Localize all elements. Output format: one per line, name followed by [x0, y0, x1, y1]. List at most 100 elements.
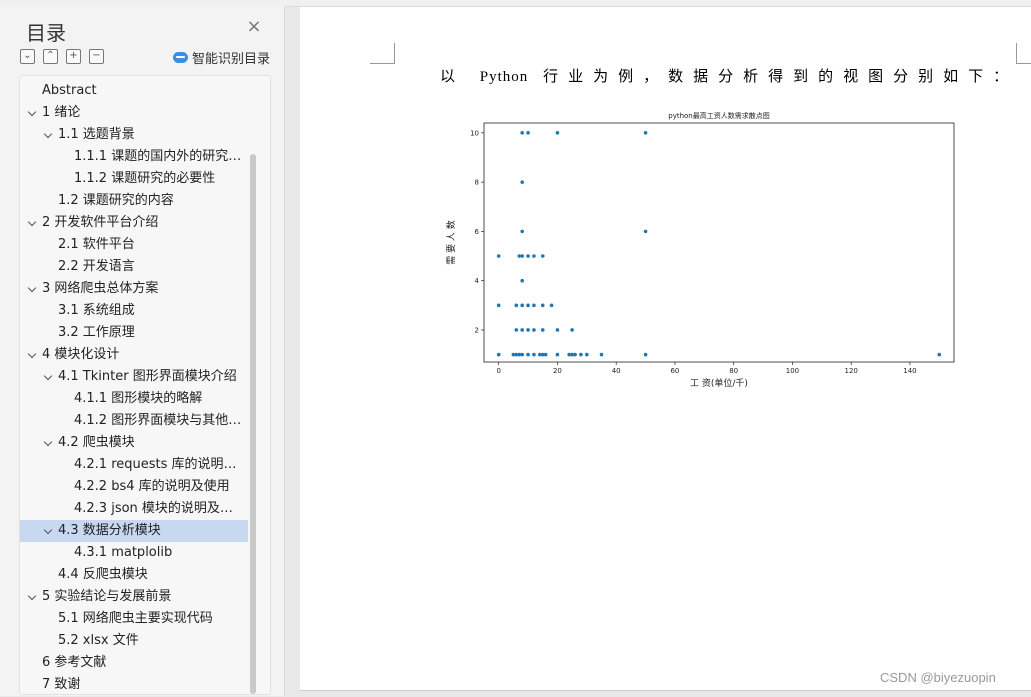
chevron-down-icon[interactable]: [28, 344, 38, 366]
scatter-point: [540, 303, 545, 308]
toc-item-label: 4.4 反爬虫模块: [58, 567, 148, 582]
toc-item[interactable]: 4.1.1 图形模块的略解: [20, 388, 248, 410]
scatter-point: [532, 303, 536, 308]
toc-item-label: 3 网络爬虫总体方案: [42, 281, 159, 296]
x-tick-label: 60: [670, 367, 679, 375]
scatter-point: [496, 254, 501, 258]
scatter-point: [520, 328, 524, 332]
scatter-point: [496, 352, 501, 357]
y-tick-label: 6: [475, 228, 480, 236]
scatter-point: [526, 254, 530, 258]
scatter-chart: python最高工资人数需求散点图 0 20 40 60 80 100 120 140 2 4 6 8 1…: [445, 111, 955, 389]
x-tick-label: 40: [612, 367, 621, 375]
toc-item[interactable]: 2 开发软件平台介绍: [20, 212, 248, 234]
toc-item-label: 4.2.2 bs4 库的说明及使用: [74, 479, 230, 494]
toc-item[interactable]: 5.2 xlsx 文件: [20, 630, 248, 652]
smart-recognize-label: 智能识别目录: [192, 52, 271, 67]
scatter-point: [514, 303, 519, 308]
toc-item-label: 4.2.1 requests 库的说明及使用: [74, 457, 242, 472]
scatter-point: [496, 303, 501, 308]
cloud-icon: [173, 52, 188, 63]
toc-item[interactable]: 4 模块化设计: [20, 344, 248, 366]
toc-item[interactable]: 3.1 系统组成: [20, 300, 248, 322]
scatter-point: [532, 328, 536, 332]
smart-recognize-button[interactable]: 智能识别目录: [173, 48, 270, 67]
watermark: CSDN @biyezuopin: [880, 670, 996, 685]
toc-item[interactable]: 5 实验结论与发展前景: [20, 586, 248, 608]
toc-item[interactable]: 4.2.3 json 模块的说明及使用: [20, 498, 248, 520]
toc-item[interactable]: 1 绪论: [20, 102, 248, 124]
y-tick-label: 10: [470, 129, 479, 137]
toc-item[interactable]: 4.1.2 图形界面模块与其他模块的连接: [20, 410, 248, 432]
scatter-point: [555, 328, 560, 332]
x-tick-label: 20: [553, 367, 562, 375]
scatter-point: [573, 352, 577, 357]
scatter-point: [526, 328, 530, 332]
toc-item-label: 4.1.2 图形界面模块与其他模块的连接: [74, 413, 242, 428]
toc-item-label: 3.2 工作原理: [58, 325, 135, 340]
scatter-point: [540, 254, 545, 258]
chart-title: python最高工资人数需求散点图: [668, 111, 770, 120]
add-icon[interactable]: +: [66, 49, 81, 64]
sidebar-title: 目录: [26, 21, 66, 45]
scatter-point: [570, 328, 574, 332]
remove-icon[interactable]: −: [89, 49, 104, 64]
toc-item-label: 4.2 爬虫模块: [58, 435, 135, 450]
toc-item[interactable]: 2.1 软件平台: [20, 234, 248, 256]
toc-item[interactable]: Abstract: [20, 80, 248, 102]
toc-item-label: Abstract: [42, 83, 97, 98]
toc-item[interactable]: 7 致谢: [20, 674, 248, 696]
chevron-down-icon[interactable]: [28, 278, 38, 300]
expand-all-icon[interactable]: ⌄: [20, 49, 35, 64]
scatter-point: [520, 180, 524, 184]
toc-item[interactable]: 2.2 开发语言: [20, 256, 248, 278]
toc-item[interactable]: 5.1 网络爬虫主要实现代码: [20, 608, 248, 630]
toc-item[interactable]: 4.2 爬虫模块: [20, 432, 248, 454]
toc-item-label: 1 绪论: [42, 105, 81, 120]
toc-item[interactable]: 4.2.2 bs4 库的说明及使用: [20, 476, 248, 498]
chevron-down-icon[interactable]: [44, 124, 54, 146]
x-tick-label: 120: [845, 367, 858, 375]
toc-item[interactable]: 4.3.1 matplolib: [20, 542, 248, 564]
toc-item-label: 7 致谢: [42, 677, 81, 692]
scatter-point: [520, 229, 524, 234]
y-tick-label: 8: [475, 179, 479, 187]
close-icon[interactable]: ×: [246, 18, 262, 36]
scatter-point: [643, 131, 648, 135]
toc-item[interactable]: 4.2.1 requests 库的说明及使用: [20, 454, 248, 476]
toc-item[interactable]: 4.1 Tkinter 图形界面模块介绍: [20, 366, 248, 388]
toc-item[interactable]: 4.3 数据分析模块: [20, 520, 248, 542]
chevron-down-icon[interactable]: [28, 586, 38, 608]
x-tick-label: 100: [786, 367, 799, 375]
toc-item[interactable]: 1.1 选题背景: [20, 124, 248, 146]
collapse-all-icon[interactable]: ⌃: [43, 49, 58, 64]
toc-item-label: 1.2 课题研究的内容: [58, 193, 174, 208]
plot-frame: [483, 122, 955, 363]
x-tick-label: 80: [729, 367, 738, 375]
toc-item-label: 4.1 Tkinter 图形界面模块介绍: [58, 369, 237, 384]
toc-scrollbar[interactable]: [250, 154, 256, 694]
scatter-point: [520, 131, 524, 135]
x-tick-label: 140: [903, 367, 916, 375]
document-page: 以 Python 行业为例，数据分析得到的视图分别如下： python最高工资人…: [300, 7, 1031, 696]
toc-item-label: 1.1 选题背景: [58, 127, 135, 142]
toc-sidebar: 目录 × ⌄ ⌃ + − 智能识别目录 Abstract 1 绪论 1.1 选题背景…: [0, 6, 285, 696]
toc-item[interactable]: 4.4 反爬虫模块: [20, 564, 248, 586]
chevron-down-icon[interactable]: [44, 432, 54, 454]
scatter-point: [543, 352, 548, 357]
toc-item[interactable]: 3.2 工作原理: [20, 322, 248, 344]
chevron-down-icon[interactable]: [28, 212, 38, 234]
chevron-down-icon[interactable]: [44, 520, 54, 542]
toc-item[interactable]: 1.1.1 课题的国内外的研究现状: [20, 146, 248, 168]
chevron-down-icon[interactable]: [28, 102, 38, 124]
chevron-down-icon[interactable]: [44, 366, 54, 388]
toc-item-label: 2.1 软件平台: [58, 237, 135, 252]
scatter-point: [520, 278, 524, 283]
toc-item[interactable]: 6 参考文献: [20, 652, 248, 674]
y-tick-label: 4: [475, 277, 480, 285]
toc-item[interactable]: 1.2 课题研究的内容: [20, 190, 248, 212]
toc-list: Abstract 1 绪论 1.1 选题背景 1.1.1 课题的国内外的研究现状 1.1…: [19, 75, 271, 695]
toc-item[interactable]: 3 网络爬虫总体方案: [20, 278, 248, 300]
body-text-python: Python: [479, 69, 529, 85]
toc-item[interactable]: 1.1.2 课题研究的必要性: [20, 168, 248, 190]
